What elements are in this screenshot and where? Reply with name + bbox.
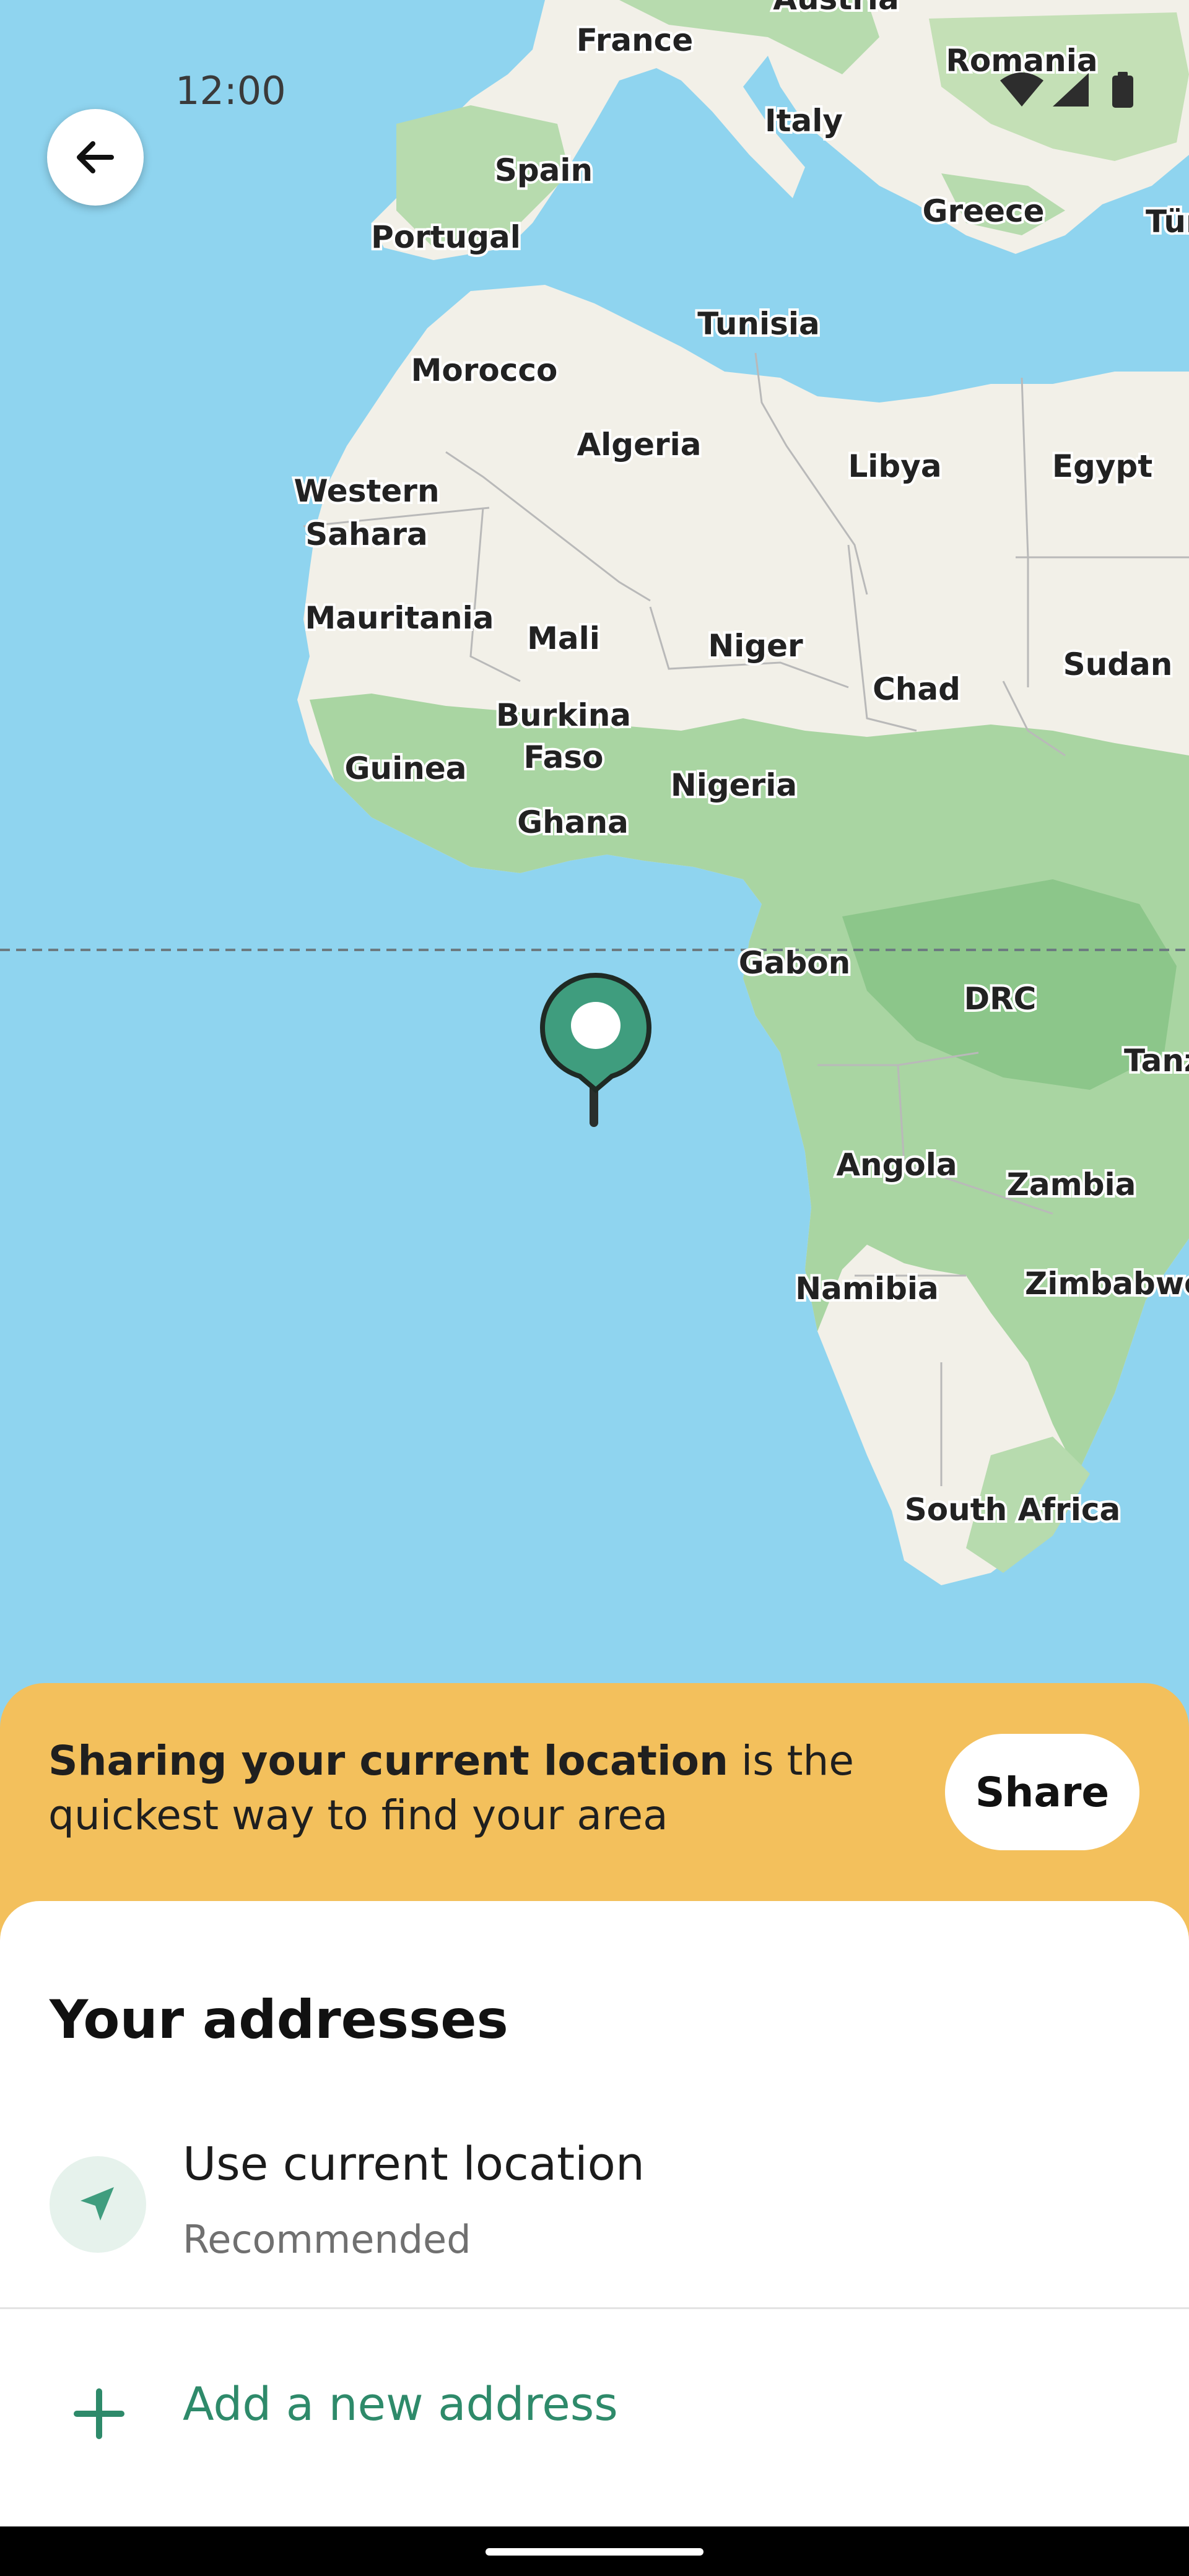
map-label-niger: Niger (708, 628, 803, 664)
map-label-morocco: Morocco (411, 352, 558, 388)
map-label-france: France (577, 22, 694, 58)
map-label-sudan: Sudan (1063, 646, 1173, 682)
map-label-western-sahara-2: Sahara (305, 516, 428, 552)
map-label-italy: Italy (765, 103, 843, 139)
map-label-egypt: Egypt (1052, 448, 1152, 484)
map-label-zambia: Zambia (1007, 1167, 1136, 1203)
map-label-turkey: Tür (1146, 204, 1189, 240)
map-label-burkina-2: Faso (523, 739, 603, 775)
map-label-zimbabwe: Zimbabwe (1025, 1266, 1189, 1302)
map-label-chad: Chad (873, 671, 960, 707)
map-label-greece: Greece (922, 193, 1044, 229)
map-label-nigeria: Nigeria (671, 767, 797, 803)
map-label-libya: Libya (848, 448, 941, 484)
addresses-title: Your addresses (50, 1989, 508, 2051)
map-label-burkina-1: Burkina (496, 697, 631, 733)
recommended-label: Recommended (183, 2217, 471, 2262)
map-label-gabon: Gabon (739, 945, 851, 981)
status-bar-icons (991, 69, 1146, 113)
battery-icon (1112, 72, 1133, 108)
map-label-guinea: Guinea (344, 751, 466, 786)
use-current-location-label: Use current location (183, 2138, 645, 2191)
status-bar-time: 12:00 (175, 68, 286, 113)
arrow-left-icon (77, 141, 114, 173)
back-button[interactable] (47, 109, 144, 206)
current-location-icon-badge (50, 2156, 146, 2253)
map-label-drc: DRC (964, 981, 1037, 1017)
map-label-algeria: Algeria (577, 427, 701, 463)
add-new-address-label: Add a new address (183, 2378, 618, 2431)
map-label-spain: Spain (495, 152, 593, 188)
share-location-button[interactable]: Share (945, 1734, 1139, 1850)
navigation-arrow-icon (81, 2187, 114, 2221)
map-label-austria: Austria (773, 0, 899, 17)
map-label-ghana: Ghana (517, 804, 629, 840)
map-label-south-africa: South Africa (905, 1492, 1121, 1528)
map-label-mali: Mali (527, 620, 600, 656)
location-sharing-bold-text: Sharing your current location (48, 1737, 728, 1785)
map-label-tanzania: Tanz (1124, 1043, 1189, 1079)
home-gesture-handle[interactable] (486, 2548, 703, 2556)
divider (0, 2307, 1189, 2309)
map-label-mauritania: Mauritania (305, 600, 494, 636)
map-label-namibia: Namibia (795, 1271, 939, 1307)
plus-icon (62, 2377, 136, 2451)
wifi-icon (1000, 72, 1043, 107)
map-label-angola: Angola (836, 1147, 957, 1183)
map-label-portugal: Portugal (371, 219, 521, 255)
signal-icon (1053, 73, 1089, 107)
map-label-western-sahara-1: Western (294, 473, 439, 509)
map-view[interactable]: Austria France Romania Italy Spain Portu… (0, 0, 1189, 1734)
location-sharing-message: Sharing your current location is the qui… (48, 1734, 915, 1843)
map-label-tunisia: Tunisia (697, 306, 820, 342)
